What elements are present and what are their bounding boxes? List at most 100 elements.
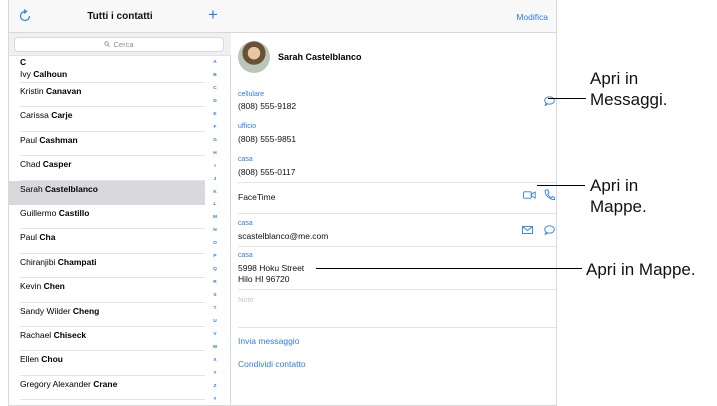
contact-first-name: Ellen	[20, 354, 42, 365]
index-letter[interactable]: Z	[214, 383, 217, 390]
index-letter[interactable]: R	[213, 279, 216, 286]
contacts-list-pane: Tutti i contatti + Cerca C Ivy Calhoun Kr…	[9, 0, 231, 405]
contact-last-name: Cha	[39, 232, 56, 243]
index-letter[interactable]: D	[213, 98, 216, 105]
contact-last-name: Crane	[93, 378, 118, 389]
divider	[238, 289, 556, 290]
contact-last-name: Champati	[57, 256, 97, 267]
index-letter[interactable]: H	[213, 150, 216, 157]
index-letter[interactable]: M	[213, 214, 217, 221]
list-item[interactable]: Kevin Chen	[9, 278, 205, 303]
search-bar: Cerca	[9, 33, 231, 56]
list-item[interactable]: Paul Cha	[9, 229, 205, 255]
search-placeholder: Cerca	[113, 40, 134, 49]
email-value[interactable]: scastelblanco@me.com	[238, 231, 328, 241]
index-letter[interactable]: Q	[213, 266, 217, 273]
list-item[interactable]: Sandy Wilder Cheng	[9, 303, 205, 328]
list-item[interactable]: Kristin Canavan	[9, 83, 205, 108]
contact-first-name: Sarah	[20, 183, 46, 194]
callout-maps-two-line: Apri in Mappe.	[590, 175, 647, 217]
message-bubble-icon[interactable]	[544, 225, 555, 235]
index-letter[interactable]: E	[213, 111, 216, 118]
contact-first-name: Paul	[20, 134, 40, 145]
callout-maps-line1: Apri in	[590, 176, 639, 195]
notes-field[interactable]: Note	[238, 295, 254, 304]
index-letter[interactable]: G	[213, 137, 217, 144]
callout-messages-line1: Apri in	[590, 69, 639, 88]
index-letter[interactable]: I	[214, 163, 215, 170]
contact-first-name: Rachael	[20, 329, 54, 340]
share-contact-button[interactable]: Condividi contatto	[238, 359, 306, 369]
callout-line-address	[316, 268, 582, 269]
contacts-title: Tutti i contatti	[87, 11, 153, 22]
send-message-button[interactable]: Invia messaggio	[238, 336, 299, 346]
contact-last-name: Castillo	[58, 207, 90, 218]
phone-work-value[interactable]: (808) 555-9851	[238, 134, 296, 144]
index-letter[interactable]: #	[214, 396, 217, 403]
index-letter[interactable]: A	[213, 59, 216, 66]
contact-last-name: Cashman	[39, 134, 78, 145]
address-label: casa	[238, 252, 253, 259]
index-letter[interactable]: C	[213, 85, 216, 92]
index-letter[interactable]: V	[213, 331, 216, 338]
search-input[interactable]: Cerca	[14, 37, 224, 52]
search-icon	[104, 38, 111, 51]
index-letter[interactable]: P	[213, 253, 216, 260]
contact-first-name: Carissa	[20, 110, 52, 121]
index-letter[interactable]: X	[213, 357, 216, 364]
contact-first-name: Ivy	[20, 69, 34, 79]
callout-line-facetime	[537, 185, 585, 186]
index-letter[interactable]: T	[214, 305, 217, 312]
mail-icon[interactable]	[522, 226, 533, 234]
divider	[238, 182, 556, 183]
add-contact-button[interactable]: +	[208, 5, 218, 25]
contact-first-name: Chiranjibi	[20, 256, 58, 267]
contact-last-name: Calhoun	[33, 69, 68, 79]
contact-last-name: Castelblanco	[45, 183, 98, 194]
phone-mobile-label: cellulare	[238, 91, 265, 98]
list-item[interactable]: Carissa Carje	[9, 107, 205, 133]
alphabet-index[interactable]: A B C D E F G H I J K L M N O P Q R S T U V W X Y Z #	[205, 59, 225, 403]
index-letter[interactable]: B	[213, 72, 216, 79]
list-item[interactable]: Ivy Calhoun	[9, 66, 205, 83]
contact-first-name: Kevin	[20, 281, 44, 292]
index-letter[interactable]: J	[214, 176, 217, 183]
address-street[interactable]: 5998 Hoku Street	[238, 263, 304, 273]
phone-home-label: casa	[238, 156, 253, 163]
list-item[interactable]: Ben Cunningham	[9, 400, 205, 405]
phone-icon[interactable]	[544, 189, 555, 201]
list-item[interactable]: Guillermo Castillo	[9, 205, 205, 230]
index-letter[interactable]: N	[213, 227, 216, 234]
contact-last-name: Canavan	[45, 86, 82, 96]
index-letter[interactable]: S	[213, 292, 216, 299]
list-item[interactable]: Gregory Alexander Crane	[9, 376, 205, 401]
list-item[interactable]: Chad Casper	[9, 156, 205, 181]
list-item[interactable]: Chiranjibi Champati	[9, 254, 205, 279]
index-letter[interactable]: Y	[213, 370, 216, 377]
address-city[interactable]: Hilo HI 96720	[238, 274, 290, 284]
list-item[interactable]: Paul Cashman	[9, 132, 205, 157]
video-camera-icon[interactable]	[523, 190, 536, 200]
email-label: casa	[238, 220, 253, 227]
contact-list: Ivy Calhoun Kristin Canavan Carissa Carje P…	[9, 66, 205, 405]
contacts-nav-bar: Tutti i contatti +	[9, 0, 231, 33]
ipad-screen: Tutti i contatti + Cerca C Ivy Calhoun Kr…	[8, 0, 557, 406]
index-letter[interactable]: W	[213, 344, 218, 351]
edit-button[interactable]: Modifica	[516, 12, 548, 22]
callout-line-messages	[548, 98, 586, 99]
index-letter[interactable]: F	[214, 124, 217, 131]
detail-nav-bar: Modifica	[231, 0, 556, 33]
list-item[interactable]: Rachael Chiseck	[9, 327, 205, 352]
index-letter[interactable]: U	[213, 318, 216, 325]
facetime-label: FaceTime	[238, 192, 276, 202]
index-letter[interactable]: K	[213, 189, 216, 196]
list-item[interactable]: Ellen Chou	[9, 351, 205, 377]
divider	[238, 246, 556, 247]
phone-mobile-value[interactable]: (808) 555-9182	[238, 101, 296, 111]
list-item[interactable]: Sarah Castelblanco	[9, 180, 205, 206]
avatar	[238, 41, 270, 73]
index-letter[interactable]: O	[213, 240, 217, 247]
contact-first-name: Paul	[20, 232, 40, 243]
phone-home-value[interactable]: (808) 555-0117	[238, 167, 296, 177]
index-letter[interactable]: L	[214, 201, 217, 208]
